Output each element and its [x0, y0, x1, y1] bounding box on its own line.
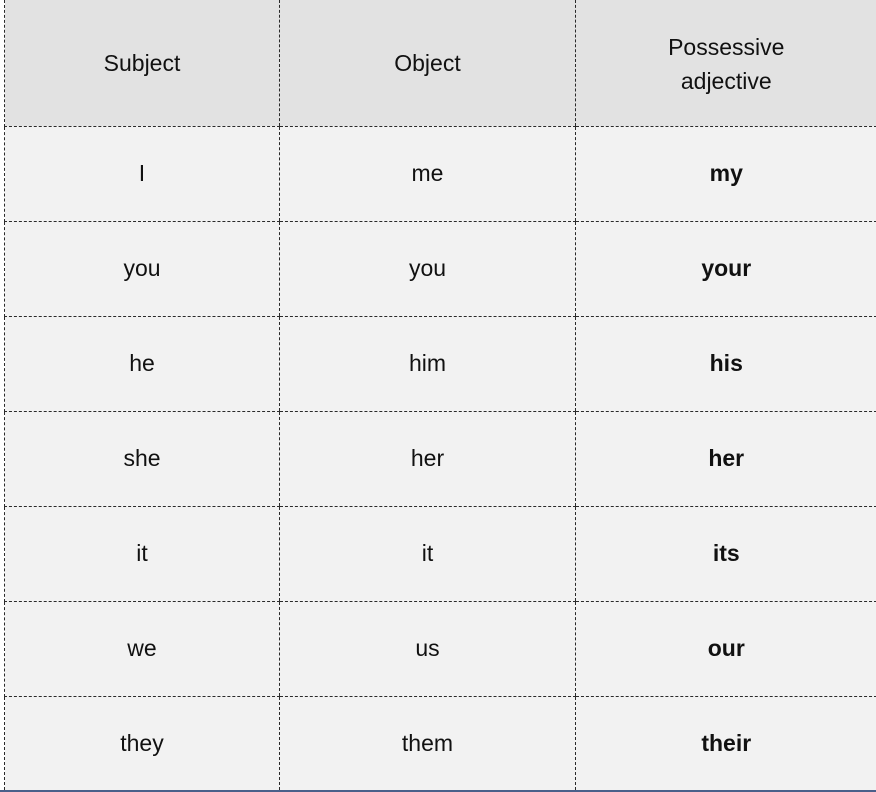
cell-object: you [279, 221, 576, 317]
cell-possessive: its [575, 506, 876, 602]
cell-object: me [279, 126, 576, 222]
cell-object: us [279, 601, 576, 697]
cell-subject: it [4, 506, 280, 602]
cell-possessive: her [575, 411, 876, 507]
table-row: you you your [4, 221, 876, 317]
pronoun-table: Subject Object Possessive adjective I me… [4, 0, 876, 790]
header-possessive-label: Possessive adjective [668, 33, 785, 94]
cell-subject: he [4, 316, 280, 412]
cell-object: him [279, 316, 576, 412]
pronoun-table-container: Subject Object Possessive adjective I me… [4, 0, 876, 790]
cell-object: them [279, 696, 576, 790]
table-row: she her her [4, 411, 876, 507]
cell-subject: we [4, 601, 280, 697]
table-header-row: Subject Object Possessive adjective [4, 0, 876, 127]
cell-possessive: his [575, 316, 876, 412]
header-subject: Subject [4, 0, 280, 127]
cell-possessive: your [575, 221, 876, 317]
cell-subject: I [4, 126, 280, 222]
cell-possessive: their [575, 696, 876, 790]
cell-subject: they [4, 696, 280, 790]
table-row: they them their [4, 696, 876, 790]
header-possessive-adjective: Possessive adjective [575, 0, 876, 127]
cell-subject: she [4, 411, 280, 507]
table-row: it it its [4, 506, 876, 602]
cell-subject: you [4, 221, 280, 317]
table-row: we us our [4, 601, 876, 697]
cell-possessive: my [575, 126, 876, 222]
table-row: I me my [4, 126, 876, 222]
cell-object: her [279, 411, 576, 507]
cell-possessive: our [575, 601, 876, 697]
header-object: Object [279, 0, 576, 127]
table-row: he him his [4, 316, 876, 412]
cell-object: it [279, 506, 576, 602]
